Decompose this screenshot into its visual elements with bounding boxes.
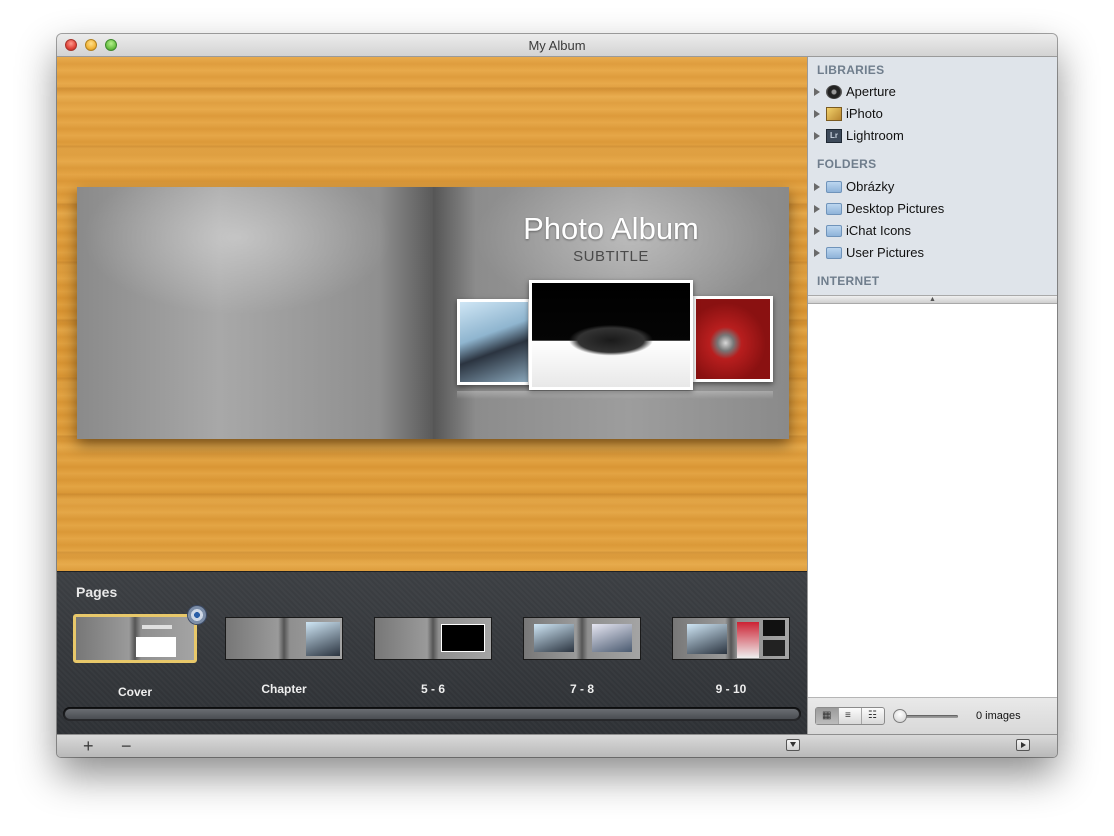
add-page-button[interactable]: + (83, 736, 94, 756)
divider-handle-icon: ▲ (929, 296, 936, 303)
thumb-label: 7 - 8 (569, 682, 594, 696)
iphoto-icon (826, 107, 842, 121)
folder-icon (826, 203, 842, 215)
thumbnail-size-slider[interactable] (900, 715, 958, 718)
sidebar-item-obrazky[interactable]: Obrázky (812, 178, 1052, 198)
sidebar-item-label: iChat Icons (846, 223, 912, 238)
folder-icon (826, 247, 842, 259)
folder-icon (826, 181, 842, 193)
page-thumb-chapter[interactable]: Chapter (225, 617, 343, 696)
image-count: 0 images (976, 710, 1021, 722)
photo-left[interactable] (457, 299, 531, 385)
sidebar-item-label: Aperture (846, 84, 896, 99)
gear-icon[interactable] (188, 606, 206, 624)
play-icon (1021, 742, 1026, 748)
preview-button[interactable] (1016, 739, 1030, 751)
chevron-down-icon (790, 742, 796, 747)
sidebar-item-label: Lightroom (846, 128, 904, 143)
page-options-button[interactable] (786, 739, 800, 751)
album-title[interactable]: Photo Album (433, 211, 789, 247)
left-page[interactable] (77, 187, 433, 439)
page-thumb-9-10[interactable]: 9 - 10 (672, 617, 790, 696)
sidebar-item-lightroom[interactable]: Lr Lightroom (812, 127, 1052, 147)
sidebar-item-user-pictures[interactable]: User Pictures (812, 244, 1052, 264)
sidebar-item-label: Desktop Pictures (846, 201, 945, 216)
disclosure-triangle-icon[interactable] (814, 183, 820, 191)
slider-knob[interactable] (893, 709, 907, 723)
thumb-image[interactable] (523, 617, 641, 660)
folders-header: FOLDERS (817, 157, 877, 171)
thumb-image[interactable] (73, 614, 197, 663)
disclosure-triangle-icon[interactable] (814, 227, 820, 235)
pages-heading: Pages (76, 584, 118, 600)
sidebar-item-desktop-pictures[interactable]: Desktop Pictures (812, 200, 1052, 220)
page-thumb-cover[interactable]: Cover (73, 614, 197, 699)
thumb-label: 5 - 6 (420, 682, 445, 696)
title-bar[interactable]: My Album (57, 34, 1057, 57)
libraries-header: LIBRARIES (817, 63, 885, 77)
pages-scrollbar[interactable] (63, 707, 801, 721)
thumb-image[interactable] (672, 617, 790, 660)
split-view-divider[interactable]: ▲ (808, 295, 1057, 304)
photo-center[interactable] (529, 280, 693, 390)
disclosure-triangle-icon[interactable] (814, 88, 820, 96)
image-grid[interactable] (808, 304, 1057, 697)
source-list: LIBRARIES Aperture iPhoto Lr Lightroom F… (808, 57, 1057, 295)
scrollbar-thumb[interactable] (65, 709, 799, 719)
thumb-image[interactable] (225, 617, 343, 660)
photo-right[interactable] (693, 296, 773, 382)
page-thumb-7-8[interactable]: 7 - 8 (523, 617, 641, 696)
page-thumb-5-6[interactable]: 5 - 6 (374, 617, 492, 696)
app-window: My Album Photo Album SUBTITLE Pages Cove… (57, 34, 1057, 757)
internet-header: INTERNET (817, 274, 880, 288)
sidebar-item-label: User Pictures (846, 245, 925, 260)
album-spread[interactable]: Photo Album SUBTITLE (77, 187, 789, 439)
thumb-label: 9 - 10 (715, 682, 747, 696)
window-title: My Album (528, 38, 586, 53)
sidebar-item-label: iPhoto (846, 106, 883, 121)
photo-reflection (457, 391, 773, 399)
list-icon: ≡ (845, 710, 851, 721)
pages-panel: Pages Cover Chapter 5 - 6 7 - 8 9 - 10 (57, 571, 807, 734)
sidebar-item-label: Obrázky (846, 179, 895, 194)
view-mode-control[interactable]: ▦ ≡ ☷ (815, 707, 885, 725)
album-subtitle[interactable]: SUBTITLE (433, 248, 789, 265)
detail-list-icon: ☷ (868, 710, 877, 721)
sidebar-item-iphoto[interactable]: iPhoto (812, 105, 1052, 125)
thumb-image[interactable] (374, 617, 492, 660)
sidebar-item-ichat-icons[interactable]: iChat Icons (812, 222, 1052, 242)
album-canvas: Photo Album SUBTITLE (57, 57, 807, 571)
folder-icon (826, 225, 842, 237)
aperture-icon (826, 85, 842, 99)
media-browser: LIBRARIES Aperture iPhoto Lr Lightroom F… (807, 57, 1057, 734)
disclosure-triangle-icon[interactable] (814, 249, 820, 257)
disclosure-triangle-icon[interactable] (814, 110, 820, 118)
thumb-label: Chapter (261, 682, 307, 696)
icon-view-button[interactable]: ▦ (816, 708, 839, 724)
right-page[interactable]: Photo Album SUBTITLE (433, 187, 789, 439)
list-view-button[interactable]: ≡ (839, 708, 862, 724)
remove-page-button[interactable]: − (121, 736, 132, 756)
sidebar-item-aperture[interactable]: Aperture (812, 83, 1052, 103)
grid-icon: ▦ (822, 710, 832, 721)
browser-footer: ▦ ≡ ☷ 0 images (808, 697, 1057, 734)
lightroom-icon: Lr (826, 129, 842, 143)
bottom-toolbar: + − (57, 734, 1057, 757)
disclosure-triangle-icon[interactable] (814, 132, 820, 140)
thumb-label: Cover (117, 685, 152, 699)
detail-view-button[interactable]: ☷ (862, 708, 884, 724)
disclosure-triangle-icon[interactable] (814, 205, 820, 213)
